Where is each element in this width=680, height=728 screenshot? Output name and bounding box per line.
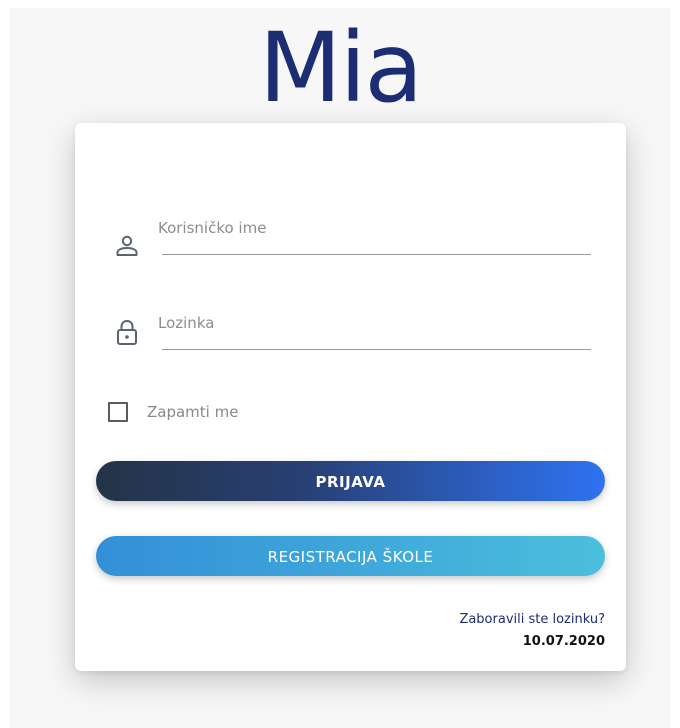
password-field[interactable]: Lozinka	[105, 314, 591, 364]
forgot-password-link[interactable]: Zaboravili ste lozinku?	[459, 612, 605, 627]
username-underline	[162, 254, 591, 255]
remember-me[interactable]: Zapamti me	[108, 401, 238, 423]
date-label: 10.07.2020	[522, 634, 605, 649]
remember-me-label: Zapamti me	[147, 403, 239, 421]
user-icon	[113, 231, 141, 259]
app-logo: Mia	[258, 12, 423, 124]
lock-icon	[113, 318, 141, 346]
login-button[interactable]: PRIJAVA	[96, 461, 605, 501]
username-field[interactable]: Korisničko ime	[105, 219, 591, 269]
register-school-button[interactable]: REGISTRACIJA ŠKOLE	[96, 536, 605, 576]
username-label: Korisničko ime	[158, 219, 267, 237]
login-card: Korisničko ime Lozinka Zapamti me PRIJAV…	[75, 123, 626, 671]
password-label: Lozinka	[158, 314, 215, 332]
password-underline	[162, 349, 591, 350]
remember-me-checkbox[interactable]	[108, 402, 128, 422]
